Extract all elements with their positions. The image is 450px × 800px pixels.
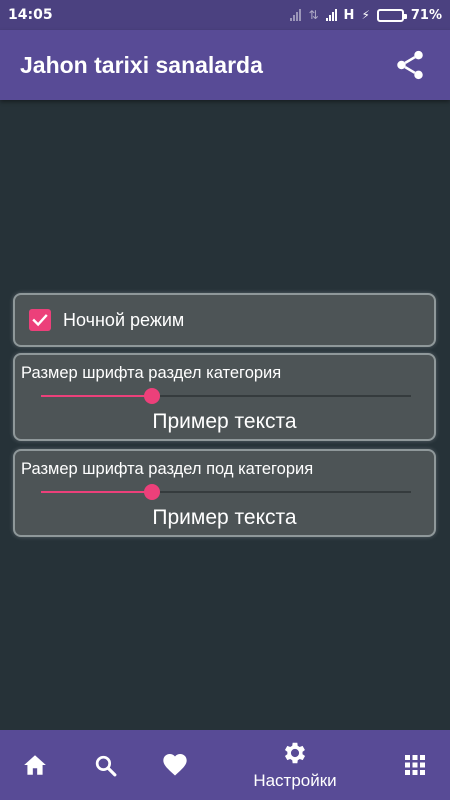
category-font-size-setting: Размер шрифта раздел категория Пример те…	[13, 353, 436, 441]
night-mode-setting[interactable]: Ночной режим	[13, 293, 436, 347]
subcategory-sample-text: Пример текста	[152, 506, 297, 529]
signal-weak-icon	[290, 9, 302, 21]
slider-fill	[41, 491, 152, 493]
heart-icon	[163, 754, 187, 776]
gear-icon	[284, 742, 306, 764]
charging-bolt-icon: ⚡	[361, 8, 370, 22]
network-type: H	[343, 7, 355, 23]
subcategory-font-size-slider[interactable]	[41, 482, 411, 502]
slider-thumb[interactable]	[144, 484, 160, 500]
app-title: Jahon tarixi sanalarda	[20, 51, 263, 78]
nav-settings[interactable]: Настройки	[240, 730, 350, 800]
nav-settings-label: Настройки	[253, 771, 337, 790]
nav-more[interactable]	[395, 730, 435, 800]
subcategory-font-size-setting: Размер шрифта раздел под категория Приме…	[13, 449, 436, 537]
status-time: 14:05	[8, 7, 53, 23]
category-sample-text: Пример текста	[152, 410, 297, 433]
share-button[interactable]	[390, 45, 430, 85]
bottom-navigation: Настройки	[0, 730, 450, 800]
signal-strong-icon	[325, 9, 337, 21]
grid-icon	[405, 755, 425, 775]
nav-favorites[interactable]	[155, 730, 195, 800]
night-mode-checkbox[interactable]	[29, 309, 51, 331]
search-icon	[95, 755, 116, 776]
slider-thumb[interactable]	[144, 388, 160, 404]
battery-percent: 71%	[410, 7, 442, 23]
slider-fill	[41, 395, 152, 397]
nav-home[interactable]	[15, 730, 55, 800]
home-icon	[24, 755, 46, 775]
battery-icon	[376, 8, 407, 22]
data-arrows-icon: ⇅	[308, 8, 319, 22]
subcategory-font-size-label: Размер шрифта раздел под категория	[21, 460, 314, 478]
status-bar: 14:05 ⇅ H ⚡ 71%	[0, 0, 450, 30]
night-mode-label: Ночной режим	[63, 309, 185, 330]
app-bar: Jahon tarixi sanalarda	[0, 30, 450, 100]
checkmark-icon	[32, 314, 48, 327]
category-font-size-label: Размер шрифта раздел категория	[21, 364, 282, 382]
share-icon	[397, 50, 423, 80]
nav-search[interactable]	[85, 730, 125, 800]
category-font-size-slider[interactable]	[41, 386, 411, 406]
